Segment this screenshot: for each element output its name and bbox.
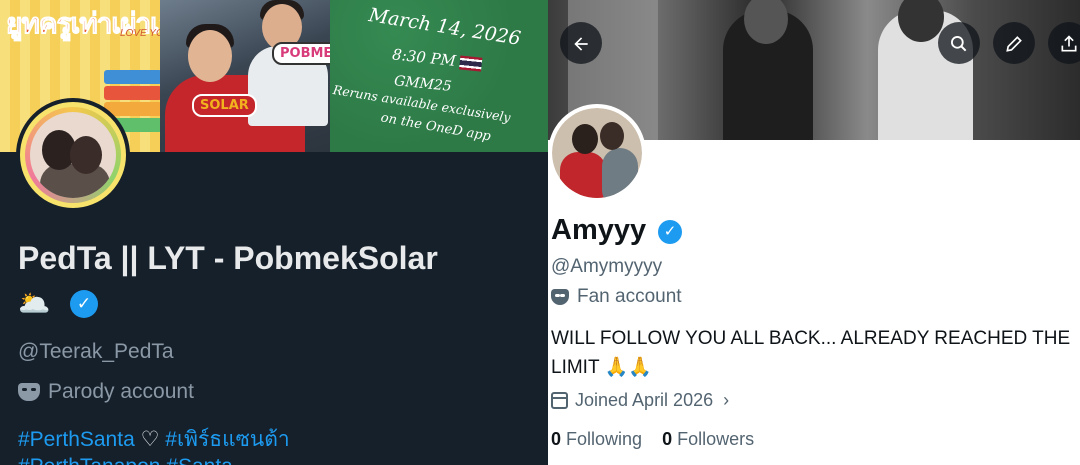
- share-icon: [1061, 35, 1077, 52]
- following-link[interactable]: 0 Following: [551, 429, 642, 449]
- follow-stats: 0 Following 0 Followers: [551, 429, 754, 450]
- hashtag-thai[interactable]: #เพิร์ธแซนต้า: [165, 428, 289, 451]
- left-account-type: Parody account: [18, 380, 194, 404]
- back-button[interactable]: [560, 22, 602, 64]
- left-account-type-label: Parody account: [48, 380, 194, 403]
- followers-count: 0: [662, 429, 673, 449]
- right-account-type-label: Fan account: [577, 286, 682, 307]
- mask-icon: [551, 289, 569, 305]
- cloud-sun-emoji: 🌥️: [18, 288, 51, 318]
- joined-label: Joined April 2026: [575, 390, 714, 410]
- hashtag-perthsanta[interactable]: #PerthSanta: [18, 428, 135, 451]
- pencil-icon: [1006, 35, 1022, 52]
- left-handle: @Teerak_PedTa: [18, 340, 174, 363]
- followers-link[interactable]: 0 Followers: [662, 429, 754, 449]
- following-count: 0: [551, 429, 562, 449]
- banner-tag-solar: SOLAR: [192, 94, 257, 117]
- left-profile-panel: ยูทครูเท่าเผ่าเลย LOVE YOU TEACHER SOLAR…: [0, 0, 548, 465]
- left-hashtags: #PerthSanta ♡ #เพิร์ธแซนต้า: [18, 423, 290, 456]
- right-bio: WILL FOLLOW YOU ALL BACK... ALREADY REAC…: [551, 328, 1071, 378]
- search-button[interactable]: [938, 22, 980, 64]
- edit-button[interactable]: [993, 22, 1035, 64]
- mask-icon: [18, 383, 40, 401]
- arrow-left-icon: [574, 37, 588, 51]
- verified-badge-icon[interactable]: ✓: [70, 290, 98, 318]
- search-icon: [951, 35, 967, 52]
- right-profile-panel: Amyyy ✓ @Amymyyyy Fan account WILL FOLLO…: [548, 0, 1080, 465]
- followers-label: Followers: [677, 429, 755, 449]
- verified-badge-icon[interactable]: ✓: [658, 220, 682, 244]
- heart-icon: ♡: [140, 428, 160, 451]
- chevron-right-icon: ›: [723, 390, 730, 410]
- left-hashtags-line2[interactable]: #PerthTanapon #Santa: [18, 455, 233, 465]
- left-avatar[interactable]: [16, 98, 130, 212]
- right-account-type: Fan account: [551, 286, 682, 308]
- right-display-name: Amyyy: [551, 214, 647, 246]
- joined-date[interactable]: Joined April 2026 ›: [551, 390, 729, 411]
- thai-flag-icon: [458, 55, 483, 72]
- calendar-icon: [551, 392, 568, 409]
- right-handle: @Amymyyyy: [551, 256, 663, 277]
- right-avatar[interactable]: [548, 104, 646, 202]
- left-display-name: PedTa || LYT - PobmekSolar: [18, 240, 438, 276]
- banner-person1-face: [188, 30, 232, 82]
- avatar-photo: [30, 112, 116, 198]
- following-label: Following: [566, 429, 643, 449]
